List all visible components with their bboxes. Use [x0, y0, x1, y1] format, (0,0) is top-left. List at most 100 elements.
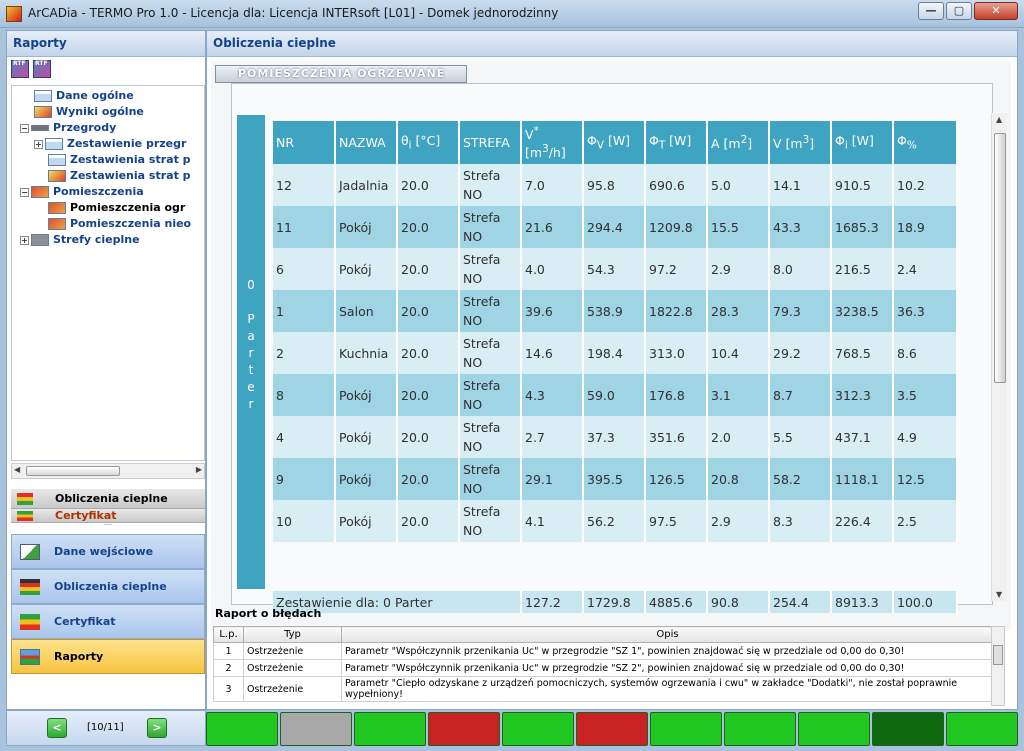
small-nav-certyfikat[interactable]: Certyfikat [11, 509, 205, 523]
error-cell: 2 [213, 659, 244, 677]
table-cell: 20.0 [397, 332, 460, 374]
table-cell: 95.8 [583, 164, 646, 206]
table-cell: 2 [273, 332, 336, 374]
table-row: 10 Pokój 20.0 Strefa NO 4.1 56.2 97.5 2.9 8.3 226.… [273, 500, 958, 542]
error-cell: 3 [213, 676, 244, 702]
expand-icon[interactable]: + [34, 139, 43, 149]
tree-item[interactable]: − Przegrody [12, 120, 204, 136]
error-column-header[interactable]: L.p. [213, 626, 244, 643]
error-column-header[interactable]: Typ [243, 626, 342, 643]
tree-item[interactable]: Zestawienia strat p [12, 168, 204, 184]
table-cell: 1685.3 [831, 206, 894, 248]
table-cell: 14.1 [769, 164, 832, 206]
table-row: 4 Pokój 20.0 Strefa NO 2.7 37.3 351.6 2.0 5.5 437.… [273, 416, 958, 458]
main-panel: Obliczenia cieplne POMIESZCZENIA OGRZEWA… [206, 30, 1018, 710]
table-cell: 20.0 [397, 374, 460, 416]
maximize-button[interactable]: ▢ [946, 2, 972, 20]
table-cell: 294.4 [583, 206, 646, 248]
table-cell: 28.3 [707, 290, 770, 332]
minimize-button[interactable]: — [918, 2, 944, 20]
previous-page-button[interactable]: < [47, 718, 67, 738]
room-icon [48, 202, 66, 214]
nav-dane-wejsciowe[interactable]: Dane wejściowe [11, 534, 205, 569]
expand-icon[interactable]: + [20, 235, 29, 245]
table-icon [48, 154, 66, 166]
status-block[interactable] [798, 712, 870, 746]
scroll-down-icon[interactable]: ▼ [996, 590, 1002, 599]
app-icon [6, 6, 22, 22]
scrollbar-thumb[interactable] [26, 466, 120, 476]
table-cell: 2.0 [707, 416, 770, 458]
nav-label: Certyfikat [54, 615, 116, 628]
zone-icon [31, 234, 49, 246]
scroll-right-icon[interactable]: ▶ [196, 465, 202, 474]
nav-certyfikat[interactable]: Certyfikat [11, 604, 205, 639]
tree-item[interactable]: Dane ogólne [12, 88, 204, 104]
tree-item[interactable]: Pomieszczenia nieo [12, 216, 204, 232]
status-block[interactable] [946, 712, 1018, 746]
status-block[interactable] [650, 712, 722, 746]
column-header: V* [m3/h] [521, 121, 584, 164]
left-panel-title: Raporty [7, 31, 205, 57]
table-cell: Strefa NO [459, 332, 522, 374]
table-cell: 20.8 [707, 458, 770, 500]
table-row: 8 Pokój 20.0 Strefa NO 4.3 59.0 176.8 3.1 8.7 312.… [273, 374, 958, 416]
status-block[interactable] [206, 712, 278, 746]
scrollbar-thumb[interactable] [994, 133, 1006, 383]
table-cell: 10.4 [707, 332, 770, 374]
chart-icon [34, 106, 52, 118]
splitter-grip[interactable]: ····· [11, 523, 205, 529]
status-block[interactable] [280, 712, 352, 746]
table-cell: 21.6 [521, 206, 584, 248]
tree-item[interactable]: − Pomieszczenia [12, 184, 204, 200]
table-cell: 4.9 [893, 416, 958, 458]
nav-raporty[interactable]: Raporty [11, 639, 205, 674]
column-header: STREFA [459, 121, 522, 164]
scrollbar-thumb[interactable] [993, 645, 1003, 665]
maximize-icon: ▢ [953, 4, 965, 17]
status-block[interactable] [872, 712, 944, 746]
next-page-button[interactable]: > [147, 718, 167, 738]
scroll-up-icon[interactable]: ▲ [996, 115, 1002, 124]
table-cell: Salon [335, 290, 398, 332]
tree-item[interactable]: + Zestawienie przegr [12, 136, 204, 152]
collapse-icon[interactable]: − [20, 187, 29, 197]
report-vertical-scrollbar[interactable]: ▲ ▼ [991, 113, 1007, 601]
small-nav-obliczenia[interactable]: Obliczenia cieplne [11, 489, 205, 509]
error-row[interactable]: 3 Ostrzeżenie Parametr "Ciepło odzyskane z… [213, 676, 994, 702]
table-cell: 20.0 [397, 500, 460, 542]
error-row[interactable]: 2 Ostrzeżenie Parametr "Współczynnik przen… [213, 659, 994, 677]
error-report: Raport o błędach L.p. Typ Opis 1 Ostrzeżeni… [211, 606, 1011, 706]
tree-item[interactable]: Zestawienia strat p [12, 152, 204, 168]
table-cell: 18.9 [893, 206, 958, 248]
status-block[interactable] [576, 712, 648, 746]
table-cell: Kuchnia [335, 332, 398, 374]
table-cell: 198.4 [583, 332, 646, 374]
status-block[interactable] [502, 712, 574, 746]
rtf-export-icon[interactable]: RTF [11, 60, 29, 78]
close-button[interactable]: ✕ [974, 2, 1018, 20]
tree-item[interactable]: + Strefy cieplne [12, 232, 204, 248]
tree-item[interactable]: Pomieszczenia ogr [12, 200, 204, 216]
table-cell: 351.6 [645, 416, 708, 458]
column-header: A [m2] [707, 121, 770, 164]
nav-obliczenia-cieplne[interactable]: Obliczenia cieplne [11, 569, 205, 604]
status-block[interactable] [354, 712, 426, 746]
table-cell: 910.5 [831, 164, 894, 206]
status-block[interactable] [428, 712, 500, 746]
table-cell: Strefa NO [459, 458, 522, 500]
error-row[interactable]: 1 Ostrzeżenie Parametr "Współczynnik przen… [213, 642, 994, 660]
error-column-header[interactable]: Opis [341, 626, 994, 643]
main-navigation: Dane wejściowe Obliczenia cieplne Certyf… [11, 534, 205, 674]
error-scrollbar[interactable] [991, 626, 1005, 706]
tree-horizontal-scrollbar[interactable]: ◀ ▶ [11, 463, 205, 479]
column-header: V [m3] [769, 121, 832, 164]
table-cell: Pokój [335, 416, 398, 458]
table-cell: 2.9 [707, 500, 770, 542]
scroll-left-icon[interactable]: ◀ [14, 465, 20, 474]
room-icon [31, 186, 49, 198]
rtf-export-all-icon[interactable]: RTF [33, 60, 51, 78]
collapse-icon[interactable]: − [20, 123, 29, 133]
status-block[interactable] [724, 712, 796, 746]
tree-item[interactable]: Wyniki ogólne [12, 104, 204, 120]
